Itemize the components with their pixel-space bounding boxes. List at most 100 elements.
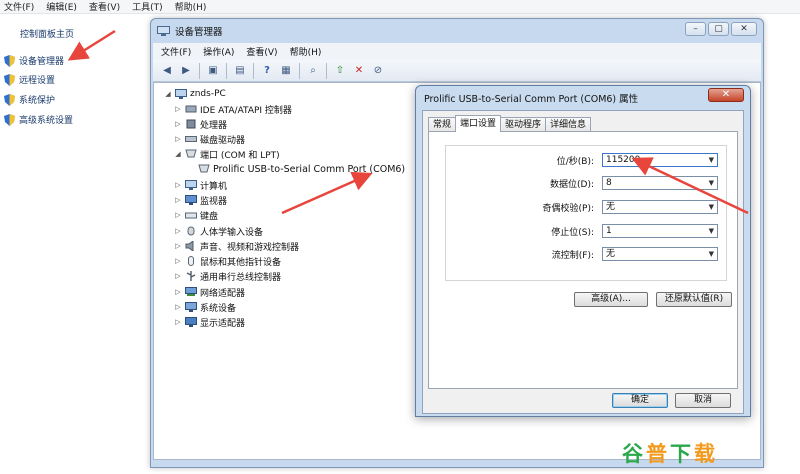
toolbar-separator xyxy=(326,62,327,79)
scan-hardware-icon[interactable]: ⌕ xyxy=(305,63,321,79)
tree-item-label: 处理器 xyxy=(200,120,228,131)
tree-item-processor[interactable]: ▷ 处理器 xyxy=(174,117,227,131)
sidebar-link-system-protection[interactable]: 系统保护 xyxy=(4,93,55,106)
sidebar-link-remote-settings[interactable]: 远程设置 xyxy=(4,73,55,86)
system-device-icon xyxy=(185,302,197,312)
tab-port-settings[interactable]: 端口设置 xyxy=(455,115,502,132)
update-driver-icon[interactable]: ⇧ xyxy=(332,63,348,79)
tree-item-monitor[interactable]: ▷ 监视器 xyxy=(174,193,227,207)
expand-arrow-icon[interactable]: ▷ xyxy=(174,272,182,280)
maximize-button[interactable]: ▢ xyxy=(708,22,729,36)
advanced-button[interactable]: 高级(A)... xyxy=(574,292,648,307)
properties-icon[interactable]: ▤ xyxy=(232,63,248,79)
parity-select[interactable]: 无 ▼ xyxy=(602,200,718,214)
tree-item-disk[interactable]: ▷ 磁盘驱动器 xyxy=(174,132,245,146)
menu-view[interactable]: 查看(V) xyxy=(89,0,120,13)
tree-item-prolific-com6[interactable]: Prolific USB-to-Serial Comm Port (COM6) xyxy=(198,162,405,176)
dropdown-arrow-icon: ▼ xyxy=(708,179,714,187)
tree-item-hid[interactable]: ▷ 人体学输入设备 xyxy=(174,224,263,238)
control-panel-home-link[interactable]: 控制面板主页 xyxy=(20,27,74,40)
speaker-icon xyxy=(185,241,194,251)
hid-icon xyxy=(187,226,195,236)
view-icon[interactable]: ▦ xyxy=(278,63,294,79)
flow-control-select[interactable]: 无 ▼ xyxy=(602,247,718,261)
dialog-close-button[interactable]: ✕ xyxy=(708,88,744,102)
expand-arrow-icon[interactable]: ▷ xyxy=(174,303,182,311)
expand-arrow-icon[interactable]: ▷ xyxy=(174,288,182,296)
tree-root[interactable]: ◢ znds-PC xyxy=(164,87,226,101)
tree-item-network[interactable]: ▷ 网络适配器 xyxy=(174,285,245,299)
stop-bits-select[interactable]: 1 ▼ xyxy=(602,224,718,238)
stop-bits-value: 1 xyxy=(606,226,612,236)
parity-label: 奇偶校验(P): xyxy=(542,204,594,214)
collapse-arrow-icon[interactable]: ◢ xyxy=(174,150,182,158)
sidebar-link-device-manager[interactable]: 设备管理器 xyxy=(4,54,64,67)
forward-arrow-icon[interactable]: ▶ xyxy=(178,63,194,79)
tree-item-sound[interactable]: ▷ 声音、视频和游戏控制器 xyxy=(174,239,299,253)
mouse-icon xyxy=(188,256,194,266)
tree-item-computer[interactable]: ▷ 计算机 xyxy=(174,178,227,192)
expand-arrow-icon[interactable]: ▷ xyxy=(174,181,182,189)
tab-driver[interactable]: 驱动程序 xyxy=(500,117,547,132)
expand-arrow-icon[interactable]: ▷ xyxy=(174,318,182,326)
tree-item-ports[interactable]: ◢ 端口 (COM 和 LPT) xyxy=(174,147,280,161)
expand-arrow-icon[interactable]: ▷ xyxy=(174,257,182,265)
toolbar-separator xyxy=(199,62,200,79)
disk-drive-icon xyxy=(185,136,197,142)
tree-item-system-devices[interactable]: ▷ 系统设备 xyxy=(174,300,236,314)
sidebar-link-advanced-settings[interactable]: 高级系统设置 xyxy=(4,113,73,126)
uninstall-icon[interactable]: ✕ xyxy=(351,63,367,79)
tree-item-usb[interactable]: ▷ 通用串行总线控制器 xyxy=(174,269,281,283)
baud-rate-select[interactable]: 115200 ▼ xyxy=(602,153,718,167)
device-manager-titlebar[interactable]: 设备管理器 xyxy=(151,19,763,43)
collapse-arrow-icon[interactable]: ◢ xyxy=(164,90,172,98)
stop-bits-label: 停止位(S): xyxy=(551,228,594,238)
processor-icon xyxy=(186,119,196,129)
expand-arrow-icon[interactable]: ▷ xyxy=(174,227,182,235)
data-bits-label: 数据位(D): xyxy=(550,180,594,190)
help-icon[interactable]: ? xyxy=(259,63,275,79)
minimize-button[interactable]: – xyxy=(685,22,706,36)
expand-arrow-icon[interactable]: ▷ xyxy=(174,196,182,204)
menu-view[interactable]: 查看(V) xyxy=(246,45,277,58)
cancel-button[interactable]: 取消 xyxy=(675,393,731,408)
sidebar-link-label: 设备管理器 xyxy=(19,57,65,67)
dropdown-arrow-icon: ▼ xyxy=(708,156,714,164)
tree-item-label: 鼠标和其他指针设备 xyxy=(200,257,282,268)
menu-action[interactable]: 操作(A) xyxy=(203,45,234,58)
disable-device-icon[interactable]: ⊘ xyxy=(370,63,386,79)
tree-item-label: 系统设备 xyxy=(200,303,237,314)
port-icon xyxy=(198,164,210,173)
menu-file[interactable]: 文件(F) xyxy=(4,0,34,13)
computer-icon xyxy=(175,89,187,99)
tree-item-ide[interactable]: ▷ IDE ATA/ATAPI 控制器 xyxy=(174,102,292,116)
tree-item-display-adapter[interactable]: ▷ 显示适配器 xyxy=(174,315,245,329)
menu-edit[interactable]: 编辑(E) xyxy=(46,0,77,13)
flow-control-value: 无 xyxy=(606,249,616,259)
menu-tools[interactable]: 工具(T) xyxy=(132,0,163,13)
menu-help[interactable]: 帮助(H) xyxy=(175,0,207,13)
expand-arrow-icon[interactable]: ▷ xyxy=(174,120,182,128)
expand-arrow-icon[interactable]: ▷ xyxy=(174,211,182,219)
close-button[interactable]: ✕ xyxy=(731,22,757,36)
dropdown-arrow-icon: ▼ xyxy=(708,250,714,258)
tab-general[interactable]: 常规 xyxy=(428,117,457,132)
device-manager-icon xyxy=(157,25,170,36)
shield-icon xyxy=(4,54,15,67)
tree-item-keyboard[interactable]: ▷ 键盘 xyxy=(174,208,218,222)
show-hide-console-icon[interactable]: ▣ xyxy=(205,63,221,79)
expand-arrow-icon[interactable]: ▷ xyxy=(174,135,182,143)
menu-help[interactable]: 帮助(H) xyxy=(290,45,322,58)
menu-file[interactable]: 文件(F) xyxy=(161,45,191,58)
usb-icon xyxy=(186,271,196,281)
expand-arrow-icon[interactable]: ▷ xyxy=(174,105,182,113)
restore-defaults-button[interactable]: 还原默认值(R) xyxy=(656,292,732,307)
expand-arrow-icon[interactable]: ▷ xyxy=(174,242,182,250)
back-arrow-icon[interactable]: ◀ xyxy=(159,63,175,79)
ok-button[interactable]: 确定 xyxy=(612,393,668,408)
dropdown-arrow-icon: ▼ xyxy=(708,203,714,211)
tree-item-mouse[interactable]: ▷ 鼠标和其他指针设备 xyxy=(174,254,281,268)
tab-details[interactable]: 详细信息 xyxy=(545,117,592,132)
tree-item-label: 键盘 xyxy=(200,211,219,222)
data-bits-select[interactable]: 8 ▼ xyxy=(602,176,718,190)
